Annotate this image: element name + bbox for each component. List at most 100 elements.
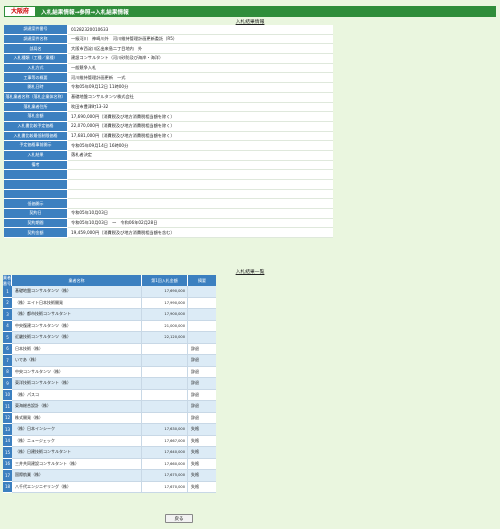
summary-cell	[188, 298, 216, 309]
detail-label: 契約日	[4, 209, 68, 219]
table-row: 5 近畿技術コンサルタンツ（株） 22,120,000	[3, 332, 216, 344]
detail-value: 22,070,000円（消費税及び地方消費税相当額を除く）	[68, 121, 333, 132]
detail-row: 入札種類（工種／業種） 建設コンサルタント（河川砂防及び海岸・海洋）	[4, 54, 333, 64]
detail-value: 17,690,000円（消費税及び地方消費税相当額を除く）	[68, 112, 333, 122]
company-name: いであ（株）	[12, 355, 142, 367]
detail-row: 落札金額 17,690,000円（消費税及び地方消費税相当額を除く）	[4, 112, 333, 122]
row-number: 3	[3, 309, 12, 321]
detail-row: 低価開示	[4, 199, 333, 210]
bid-amount	[142, 401, 188, 413]
summary-cell	[188, 309, 216, 321]
company-name: 中央復建コンサルタンツ（株）	[12, 320, 142, 332]
detail-label: 低価開示	[4, 199, 68, 210]
bid-amount	[142, 389, 188, 401]
detail-value: 大阪市西淀川区出来島二丁目地内 外	[68, 44, 333, 55]
table-row: 14 （株）ニュージェック 17,667,000 失格	[3, 435, 216, 447]
bid-amount: 17,660,000	[142, 458, 188, 470]
back-button[interactable]: 戻る	[165, 514, 193, 523]
detail-value: 吹田市豊津町13-32	[68, 102, 333, 113]
table-row: 3 （株）都市技術コンサルタント 17,900,000	[3, 309, 216, 321]
company-name: 近畿技術コンサルタンツ（株）	[12, 332, 142, 344]
detail-value: 19,459,000円（消費税及び地方消費税相当額を含む）	[68, 228, 333, 239]
osaka-logo[interactable]: 大阪府	[5, 7, 35, 16]
table-row: 6 日本技術（株） 辞退	[3, 343, 216, 355]
detail-label: 開札日時	[4, 83, 68, 93]
row-number: 12	[3, 412, 12, 424]
table-row: 13 （株）日本インシーク 17,630,000 失格	[3, 424, 216, 436]
detail-row: 部局名 大阪市西淀川区出来島二丁目地内 外	[4, 44, 333, 55]
summary-cell: 辞退	[188, 355, 216, 367]
company-name: （株）日本インシーク	[12, 424, 142, 436]
detail-row	[4, 189, 333, 200]
company-name: 基礎地盤コンサルタンツ（株）	[12, 286, 142, 298]
detail-row: 契約日 令和05年10月03日	[4, 209, 333, 219]
detail-value: 河川維持管理計画更新 一式	[68, 73, 333, 84]
summary-cell: 辞退	[188, 413, 216, 424]
row-number: 18	[3, 481, 12, 493]
table-row: 11 東海総合設計（株） 辞退	[3, 401, 216, 413]
bid-amount: 17,670,000	[142, 481, 188, 493]
summary-cell: 失格	[188, 459, 216, 470]
table-row: 16 三井共同建設コンサルタント（株） 17,660,000 失格	[3, 458, 216, 470]
detail-value: 01282320010633	[68, 25, 333, 35]
detail-label: 工事等の概要	[4, 73, 68, 84]
detail-label: 調達案件名称	[4, 34, 68, 45]
detail-row: 備考	[4, 160, 333, 171]
row-number: 1	[3, 286, 12, 298]
row-number: 16	[3, 458, 12, 470]
detail-row: 開札日時 令和05年09月12日 11時00分	[4, 83, 333, 93]
detail-row: 入札書比較予定価格 22,070,000円（消費税及び地方消費税相当額を除く）	[4, 121, 333, 132]
detail-label: 入札結果	[4, 150, 68, 161]
header-bar: 大阪府 入札結果情報→参照→入札結果情報	[4, 6, 496, 17]
detail-row: 入札書比較最低制限価格 17,681,000円（消費税及び地方消費税相当額を除く）	[4, 131, 333, 142]
company-name: （株）パスコ	[12, 389, 142, 401]
row-number: 2	[3, 297, 12, 309]
bid-amount: 22,120,000	[142, 332, 188, 344]
detail-value	[68, 199, 333, 210]
bid-amount	[142, 343, 188, 355]
bid-amount	[142, 378, 188, 390]
bid-amount	[142, 412, 188, 424]
summary-cell: 辞退	[188, 367, 216, 378]
detail-row	[4, 170, 333, 180]
summary-cell: 失格	[188, 424, 216, 436]
row-number: 15	[3, 447, 12, 459]
summary-cell: 辞退	[188, 401, 216, 413]
detail-row: 調達案件名称 一級河川 神崎川外 河川維持管理計画更新委託（R5）	[4, 34, 333, 45]
detail-value: 令和05年10月03日 ～ 令和06年02月28日	[68, 218, 333, 229]
detail-row: 予定価格事前開示 令和05年09月14日 16時00分	[4, 141, 333, 151]
company-name: 三井共同建設コンサルタント（株）	[12, 458, 142, 470]
table-row: 10 （株）パスコ 辞退	[3, 389, 216, 401]
summary-cell: 失格	[188, 447, 216, 459]
header-summary: 摘要	[198, 277, 206, 283]
table-row: 18 八千代エンジニヤリング（株） 17,670,000 失格	[3, 481, 216, 493]
bid-amount: 21,000,000	[142, 320, 188, 332]
summary-cell	[188, 332, 216, 344]
detail-value	[68, 170, 333, 180]
company-name: 日本技術（株）	[12, 343, 142, 355]
detail-label: 調達案件番号	[4, 25, 68, 35]
company-name: （株）日建技術コンサルタント	[12, 447, 142, 459]
bid-amount: 17,690,000	[142, 286, 188, 298]
header-name: 業者名称	[12, 275, 142, 286]
company-name: （株）エイト日本技術開発	[12, 297, 142, 309]
summary-cell: 辞退	[188, 390, 216, 401]
detail-label: 入札書比較予定価格	[4, 121, 68, 132]
detail-title: 入札結果情報	[235, 20, 265, 25]
detail-value: 17,681,000円（消費税及び地方消費税相当額を除く）	[68, 131, 333, 142]
bid-amount	[142, 366, 188, 378]
row-number: 6	[3, 343, 12, 355]
company-name: 国際航業（株）	[12, 470, 142, 482]
summary-cell: 辞退	[188, 344, 216, 355]
result-table-header: 業者番号 業者名称 第1回入札金額 摘要	[3, 275, 216, 286]
company-name: 東洋技術コンサルタント（株）	[12, 378, 142, 390]
detail-row: 調達案件番号 01282320010633	[4, 25, 333, 35]
detail-row: 落札業者住所 吹田市豊津町13-32	[4, 102, 333, 113]
table-row: 9 東洋技術コンサルタント（株） 辞退	[3, 378, 216, 390]
table-row: 8 中央コンサルタンツ（株） 辞退	[3, 366, 216, 378]
table-row: 2 （株）エイト日本技術開発 17,990,000	[3, 297, 216, 309]
detail-value: 建設コンサルタント（河川砂防及び海岸・海洋）	[68, 54, 333, 64]
row-number: 10	[3, 389, 12, 401]
detail-value: 令和05年09月12日 11時00分	[68, 83, 333, 93]
bid-amount: 17,990,000	[142, 297, 188, 309]
